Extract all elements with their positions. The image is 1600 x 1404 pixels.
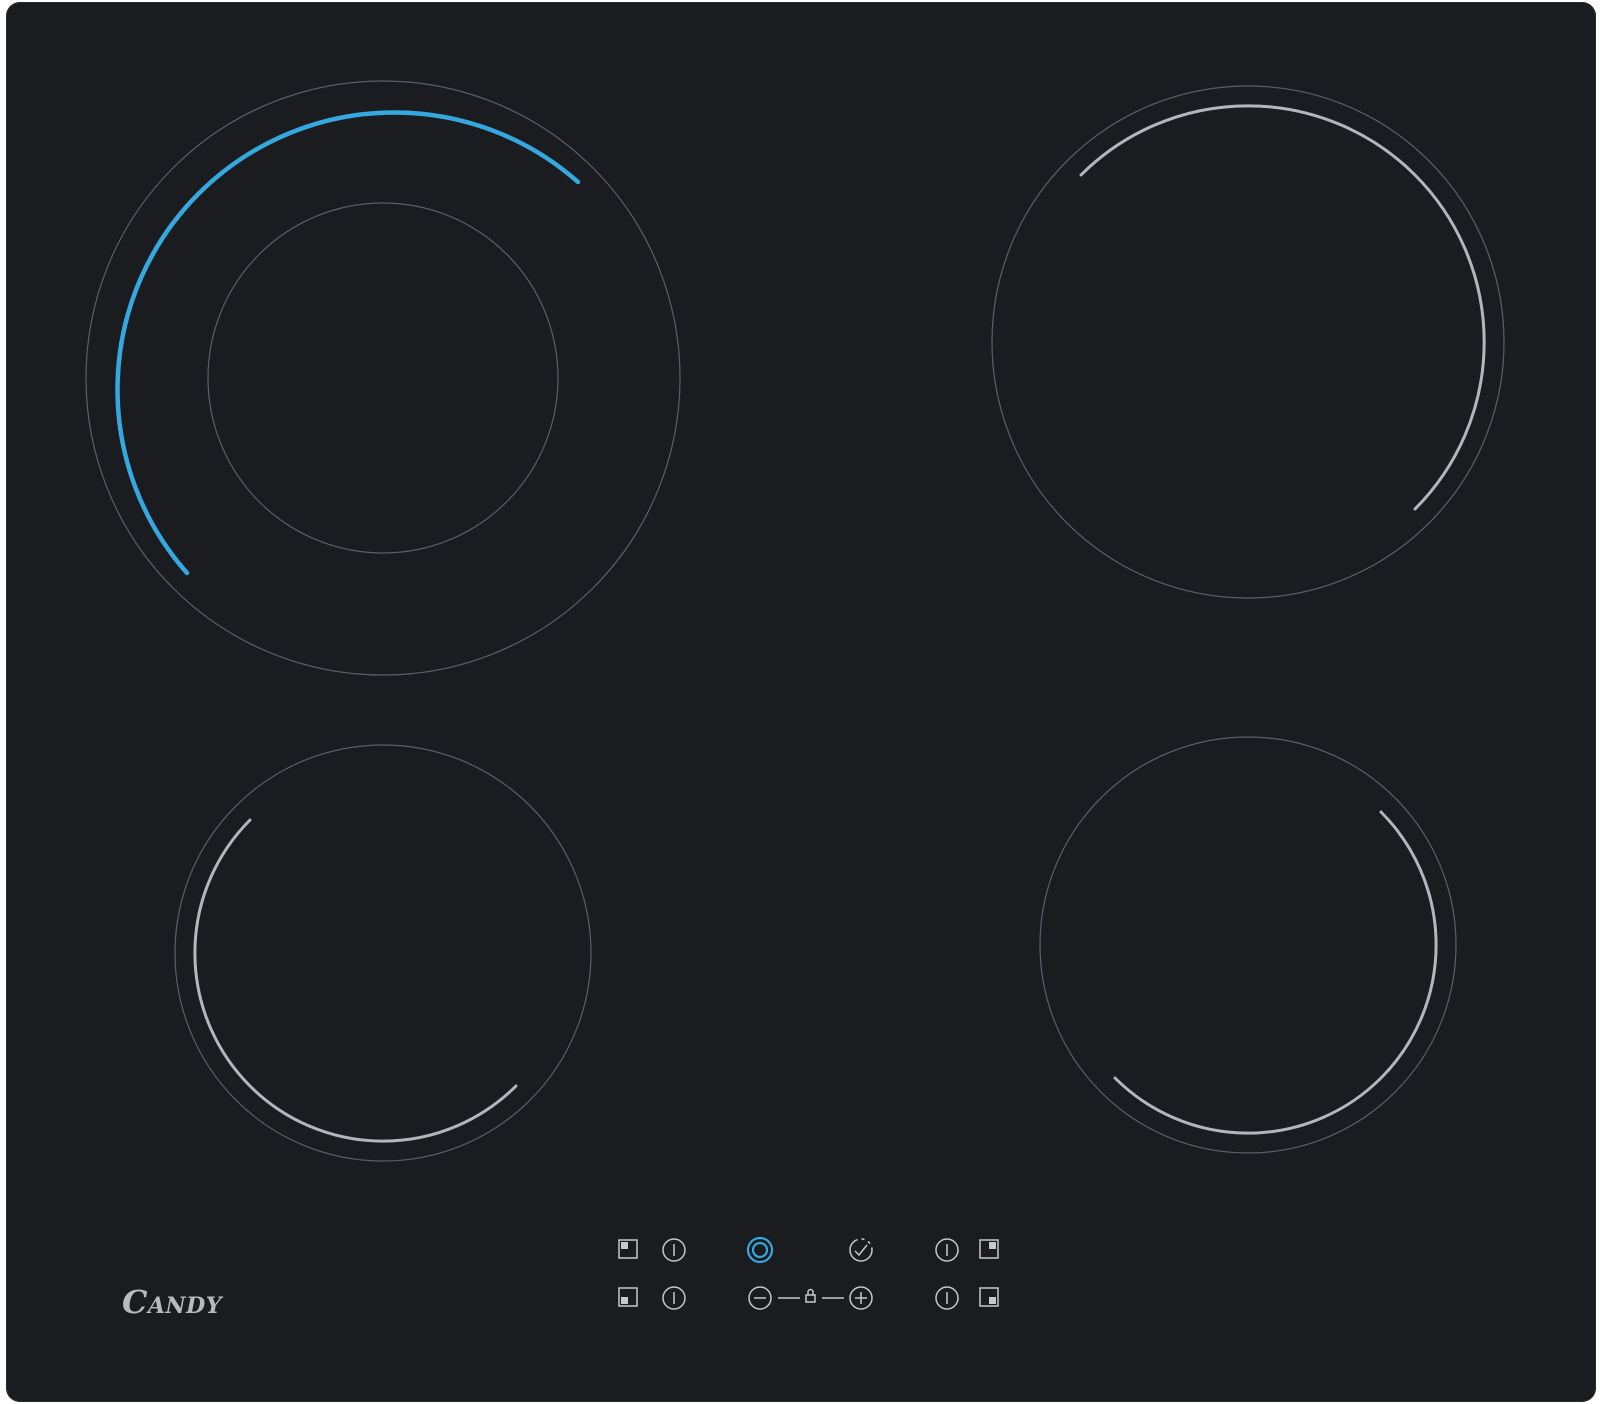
brand-logo-text: CANDY xyxy=(122,1283,222,1321)
plus-icon[interactable] xyxy=(849,1286,873,1310)
cooking-zone-rear-right[interactable] xyxy=(991,85,1505,599)
zone-outer-ring xyxy=(174,744,592,1162)
zone-outer-ring xyxy=(85,80,681,676)
hob-surface xyxy=(85,80,1505,1310)
zone-marking-arc xyxy=(193,818,518,1143)
zone-rear-right-icon[interactable] xyxy=(979,1239,999,1259)
timer-icon[interactable] xyxy=(849,1238,873,1262)
lock-icon[interactable] xyxy=(805,1288,816,1303)
zone-rear-left-icon[interactable] xyxy=(618,1239,638,1259)
zone-marking-arc xyxy=(1113,810,1438,1135)
zone-select-front-right-button[interactable] xyxy=(935,1286,959,1310)
cooking-zone-front-right[interactable] xyxy=(1039,736,1457,1154)
zone-marking-arc xyxy=(1079,104,1486,511)
zone-outer-ring xyxy=(1039,736,1457,1154)
zone-front-left-icon[interactable] xyxy=(618,1287,638,1307)
zone-heat-indicator-arc xyxy=(115,110,581,576)
zone-front-right-icon[interactable] xyxy=(979,1287,999,1307)
zone-select-rear-right-button[interactable] xyxy=(935,1238,959,1262)
minus-icon[interactable] xyxy=(748,1286,772,1310)
zone-inner-ring xyxy=(207,202,559,554)
cooking-zone-front-left[interactable] xyxy=(174,744,592,1162)
zone-select-front-left-button[interactable] xyxy=(662,1286,686,1310)
zone-select-rear-left-button[interactable] xyxy=(662,1238,686,1262)
control-panel xyxy=(618,1236,999,1310)
cooking-zone-rear-left[interactable] xyxy=(85,80,681,676)
power-ring-icon[interactable] xyxy=(746,1236,774,1264)
zone-outer-ring xyxy=(991,85,1505,599)
brand-logo: CANDY xyxy=(122,1283,222,1321)
